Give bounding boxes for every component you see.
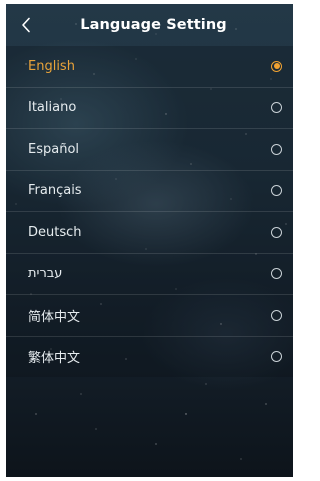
language-option-espanol[interactable]: Español [6, 129, 293, 171]
language-option-italiano[interactable]: Italiano [6, 88, 293, 129]
back-button[interactable] [12, 12, 40, 38]
language-label: Italiano [28, 100, 77, 116]
radio-unselected-icon[interactable] [271, 185, 282, 197]
radio-unselected-icon[interactable] [271, 143, 282, 155]
language-label: 简体中文 [28, 309, 81, 325]
radio-unselected-icon[interactable] [271, 268, 282, 280]
language-label: Français [28, 183, 82, 199]
header-bar: Language Setting [6, 4, 293, 46]
radio-unselected-icon[interactable] [271, 226, 282, 238]
language-option-simplified-chinese[interactable]: 简体中文 [6, 295, 293, 337]
language-option-hebrew[interactable]: עברית [6, 254, 293, 295]
radio-unselected-icon[interactable] [271, 351, 282, 363]
language-list: English Italiano Español Français Deutsc… [6, 46, 293, 377]
language-label: 繁体中文 [28, 351, 81, 367]
language-option-english[interactable]: English [6, 46, 293, 88]
language-option-francais[interactable]: Français [6, 171, 293, 212]
app-screen: Language Setting English Italiano Españo… [6, 4, 293, 477]
radio-unselected-icon[interactable] [271, 102, 282, 114]
language-label: Español [28, 141, 80, 157]
language-option-deutsch[interactable]: Deutsch [6, 212, 293, 254]
radio-unselected-icon[interactable] [271, 309, 282, 321]
radio-selected-icon[interactable] [271, 60, 282, 72]
page-title: Language Setting [80, 17, 227, 33]
language-option-traditional-chinese[interactable]: 繁体中文 [6, 337, 293, 378]
chevron-left-icon [22, 17, 30, 33]
language-label: English [28, 58, 75, 74]
language-label: Deutsch [28, 224, 82, 240]
language-label: עברית [28, 266, 63, 282]
